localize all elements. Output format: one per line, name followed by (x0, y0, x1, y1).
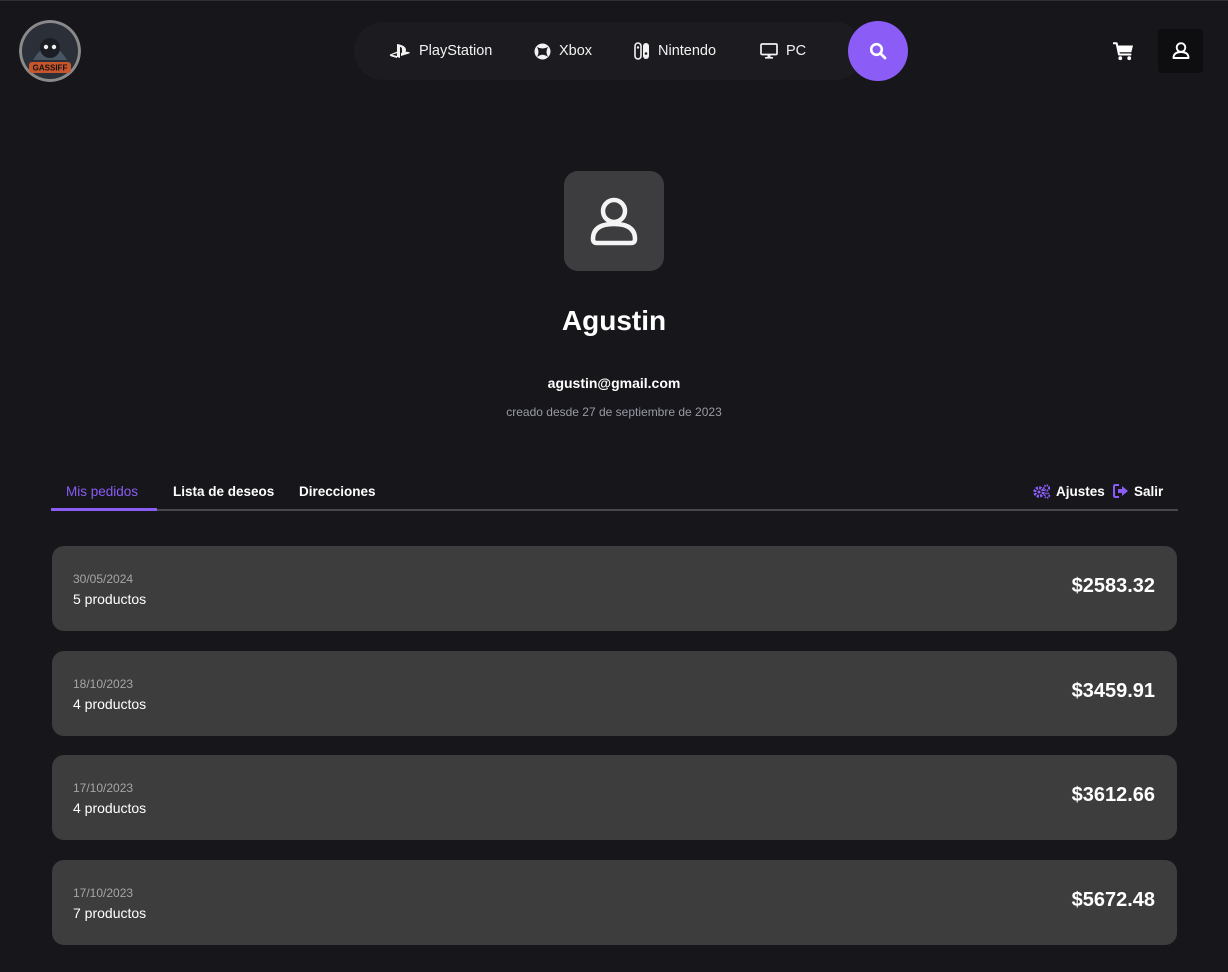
user-icon (1172, 42, 1189, 59)
order-product-count: 4 productos (73, 696, 147, 712)
order-date: 18/10/2023 (73, 677, 134, 691)
tab-mis-pedidos[interactable]: Mis pedidos (66, 472, 138, 510)
order-product-count: 5 productos (73, 591, 147, 607)
settings-button[interactable]: Ajustes (1033, 472, 1105, 510)
nav-item-pc[interactable]: PC (760, 22, 806, 80)
search-icon (869, 42, 887, 60)
user-menu-button[interactable] (1158, 29, 1203, 73)
top-border (0, 0, 1228, 1)
order-card[interactable]: 18/10/2023 4 productos $3459.91 (52, 651, 1177, 736)
order-card[interactable]: 17/10/2023 4 productos $3612.66 (52, 755, 1177, 840)
nav-label: PC (786, 43, 807, 59)
platform-nav: PlayStation Xbox Nintendo PC (354, 22, 864, 80)
nav-label: Nintendo (658, 43, 717, 59)
gears-icon (1033, 483, 1051, 499)
order-total: $3459.91 (1071, 680, 1155, 702)
nav-item-nintendo[interactable]: Nintendo (634, 22, 716, 80)
order-total: $5672.48 (1071, 889, 1155, 911)
logout-label: Salir (1134, 483, 1164, 499)
xbox-icon (534, 43, 551, 59)
order-date: 17/10/2023 (73, 886, 134, 900)
logout-icon (1113, 484, 1128, 498)
profile-email: agustin@gmail.com (547, 375, 681, 391)
monitor-icon (760, 43, 778, 59)
tab-direcciones[interactable]: Direcciones (299, 472, 376, 510)
profile-created-date: creado desde 27 de septiembre de 2023 (506, 405, 722, 419)
order-card[interactable]: 17/10/2023 7 productos $5672.48 (52, 860, 1177, 945)
logout-button[interactable]: Salir (1113, 472, 1163, 510)
order-total: $3612.66 (1071, 784, 1155, 806)
order-date: 17/10/2023 (73, 781, 134, 795)
site-logo[interactable]: GASSIFF (19, 20, 81, 82)
nav-label: PlayStation (419, 43, 493, 59)
playstation-icon (389, 44, 410, 58)
cart-icon (1112, 41, 1133, 60)
active-tab-indicator (51, 508, 157, 511)
settings-label: Ajustes (1056, 483, 1105, 499)
tab-lista-de-deseos[interactable]: Lista de deseos (173, 472, 274, 510)
nav-label: Xbox (559, 43, 593, 59)
order-product-count: 7 productos (73, 905, 147, 921)
profile-name: Agustin (561, 305, 667, 336)
order-total: $2583.32 (1071, 575, 1155, 597)
cart-button[interactable] (1105, 33, 1141, 69)
nav-item-xbox[interactable]: Xbox (534, 22, 592, 80)
order-product-count: 4 productos (73, 800, 147, 816)
order-date: 30/05/2024 (73, 572, 134, 586)
profile-avatar (564, 171, 664, 271)
nav-item-playstation[interactable]: PlayStation (389, 22, 492, 80)
user-icon (590, 197, 638, 246)
svg-text:GASSIFF: GASSIFF (33, 64, 68, 73)
search-button[interactable] (848, 21, 908, 81)
nintendo-switch-icon (634, 42, 649, 60)
order-card[interactable]: 30/05/2024 5 productos $2583.32 (52, 546, 1177, 631)
